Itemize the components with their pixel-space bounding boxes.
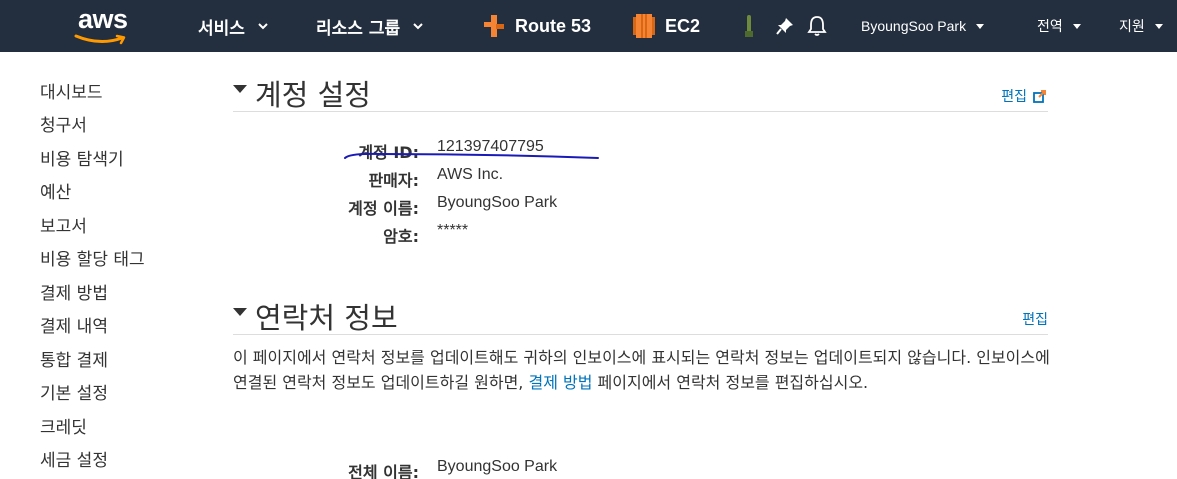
full-name-value: ByoungSoo Park: [437, 458, 558, 475]
full-name-label: 전체 이름:: [348, 463, 419, 479]
top-navigation-bar: aws 서비스 리소스 그룹 Route 53 EC2 ByoungSoo Pa…: [0, 0, 1177, 52]
chevron-down-icon: [258, 23, 268, 30]
resource-groups-label: 리소스 그룹: [316, 18, 401, 39]
account-settings-header: 계정 설정 편집: [233, 70, 1048, 112]
pin-button[interactable]: [776, 0, 794, 52]
contact-info-description: 이 페이지에서 연락처 정보를 업데이트해도 귀하의 인보이스에 표시되는 연락…: [233, 345, 1051, 395]
caret-down-icon: [976, 24, 985, 29]
user-name-label: ByoungSoo Park: [861, 18, 967, 34]
contact-info-edit-link[interactable]: 편집: [1022, 309, 1048, 329]
contact-info-header: 연락처 정보 편집: [233, 293, 1048, 335]
sidebar-item-preferences[interactable]: 기본 설정: [40, 379, 108, 404]
account-name-label: 계정 이름:: [348, 199, 419, 218]
ec2-icon: [633, 14, 655, 38]
password-value: *****: [437, 222, 469, 239]
route53-icon: [484, 15, 504, 37]
sidebar-item-cost-explorer[interactable]: 비용 탐색기: [40, 145, 124, 170]
account-name-value: ByoungSoo Park: [437, 194, 558, 211]
account-settings-edit-link[interactable]: 편집: [1001, 86, 1046, 106]
resource-groups-menu[interactable]: 리소스 그룹: [316, 0, 424, 52]
account-settings-title: 계정 설정: [255, 78, 371, 112]
payment-methods-link[interactable]: 결제 방법: [528, 373, 592, 392]
service-shortcut-icon: [745, 15, 753, 37]
sidebar-item-payment-history[interactable]: 결제 내역: [40, 312, 108, 337]
collapse-triangle-icon[interactable]: [233, 308, 247, 316]
user-menu[interactable]: ByoungSoo Park: [861, 0, 986, 52]
sidebar-item-credits[interactable]: 크레딧: [40, 413, 87, 438]
region-label: 전역: [1037, 18, 1063, 34]
support-menu[interactable]: 지원: [1119, 0, 1165, 52]
bell-icon: [807, 16, 827, 36]
aws-logo-text: aws: [78, 4, 128, 34]
sidebar-item-reports[interactable]: 보고서: [40, 212, 87, 237]
pin-icon: [776, 18, 793, 35]
chevron-down-icon: [413, 23, 423, 30]
contact-info-title: 연락처 정보: [255, 301, 398, 335]
shortcut-ec2[interactable]: EC2: [632, 0, 700, 52]
seller-value: AWS Inc.: [437, 166, 504, 183]
route53-label: Route 53: [515, 15, 592, 36]
password-label: 암호:: [383, 227, 419, 246]
aws-smile-icon: [74, 34, 126, 45]
aws-logo[interactable]: aws: [72, 4, 134, 48]
sidebar-item-dashboard[interactable]: 대시보드: [40, 78, 103, 103]
description-text-after: 페이지에서 연락처 정보를 편집하십시오.: [592, 373, 869, 392]
services-menu[interactable]: 서비스: [198, 0, 269, 52]
sidebar-item-tax-settings[interactable]: 세금 설정: [40, 446, 108, 471]
edit-label: 편집: [1001, 89, 1027, 105]
support-label: 지원: [1119, 18, 1145, 34]
services-label: 서비스: [198, 18, 245, 39]
ec2-label: EC2: [665, 15, 701, 36]
sidebar-item-bills[interactable]: 청구서: [40, 111, 87, 136]
sidebar-item-payment-methods[interactable]: 결제 방법: [40, 279, 108, 304]
caret-down-icon: [1072, 24, 1081, 29]
collapse-triangle-icon[interactable]: [233, 85, 247, 93]
sidebar-item-cost-allocation[interactable]: 비용 할당 태그: [40, 245, 145, 270]
shortcut-partial[interactable]: [744, 0, 754, 52]
caret-down-icon: [1154, 24, 1163, 29]
sidebar-item-consolidated[interactable]: 통합 결제: [40, 346, 108, 371]
underline-annotation: [344, 152, 599, 159]
region-menu[interactable]: 전역: [1037, 0, 1083, 52]
sidebar-item-budgets[interactable]: 예산: [40, 178, 71, 203]
external-link-icon: [1033, 89, 1046, 103]
sidebar-nav: 대시보드 청구서 비용 탐색기 예산 보고서 비용 할당 태그 결제 방법 결제…: [0, 52, 205, 479]
notifications-button[interactable]: [807, 0, 827, 52]
shortcut-route53[interactable]: Route 53: [482, 0, 591, 52]
seller-label: 판매자:: [368, 171, 419, 190]
